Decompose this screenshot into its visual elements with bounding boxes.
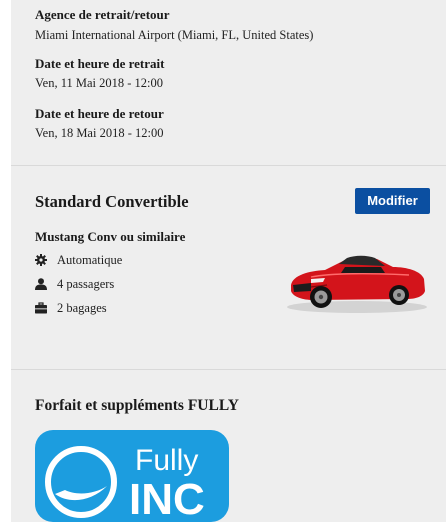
return-datetime-label: Date et heure de retour <box>35 106 164 121</box>
pickup-datetime-value: Ven, 11 Mai 2018 - 12:00 <box>35 76 163 90</box>
agency-label: Agence de retrait/retour <box>35 7 170 22</box>
gear-icon <box>35 254 47 266</box>
logo-line1: Fully <box>135 444 198 477</box>
suitcase-icon <box>35 302 47 314</box>
feature-label: 2 bagages <box>57 300 107 315</box>
feature-transmission: Automatique <box>35 252 122 268</box>
feature-label: Automatique <box>57 252 123 267</box>
feature-passengers: 4 passagers <box>35 276 114 292</box>
agency-value: Miami International Airport (Miami, FL, … <box>35 28 314 42</box>
section-divider <box>11 165 446 166</box>
reservation-summary-panel: Agence de retrait/retour Miami Internati… <box>11 0 446 522</box>
modify-vehicle-button[interactable]: Modifier <box>355 188 430 214</box>
person-icon <box>35 278 47 290</box>
package-title: Forfait et suppléments FULLY <box>35 397 239 414</box>
pickup-datetime-label: Date et heure de retrait <box>35 56 165 71</box>
fully-inc-logo: Fully INC <box>35 430 229 522</box>
section-divider <box>11 369 446 370</box>
feature-luggage: 2 bagages <box>35 300 107 316</box>
feature-label: 4 passagers <box>57 276 115 291</box>
return-datetime-value: Ven, 18 Mai 2018 - 12:00 <box>35 126 164 140</box>
car-image <box>287 255 427 313</box>
logo-line2: INC <box>129 475 205 522</box>
vehicle-model: Mustang Conv ou similaire <box>35 229 186 244</box>
vehicle-category: Standard Convertible <box>35 192 189 211</box>
